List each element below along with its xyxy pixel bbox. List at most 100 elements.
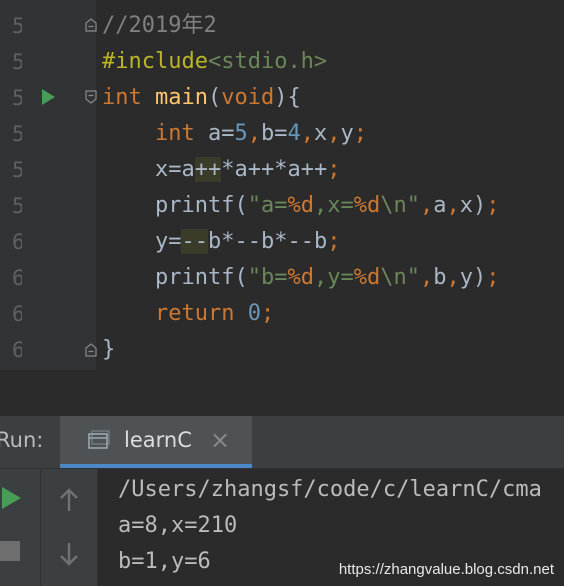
code-token: void — [221, 85, 275, 110]
code-token: %d — [287, 265, 314, 290]
code-line: //2019年2 — [102, 8, 217, 44]
code-token: } — [102, 337, 116, 362]
code-token: b — [433, 265, 447, 290]
line-number: 61 — [12, 266, 22, 290]
code-token: a — [433, 193, 447, 218]
line-number: 56 — [12, 86, 22, 110]
editor-bottom-space — [0, 370, 564, 416]
code-token: "a= — [247, 193, 288, 218]
line-number: 62 — [12, 302, 22, 326]
code-token: y) — [459, 265, 487, 290]
line-number: 57 — [12, 122, 22, 146]
code-token: int — [102, 85, 155, 110]
code-token: %d — [287, 193, 314, 218]
code-token: int — [154, 121, 208, 146]
code-line: } — [102, 332, 115, 368]
console-toolbar — [41, 469, 98, 586]
line-number: 58 — [12, 158, 22, 182]
code-token: main — [154, 85, 208, 110]
fold-marker-icon[interactable] — [84, 90, 98, 104]
code-token: 0 — [247, 301, 261, 326]
code-token: a= — [207, 121, 235, 146]
code-token: 5 — [234, 121, 248, 146]
code-token: x — [313, 121, 328, 146]
code-token: , — [419, 193, 434, 218]
code-token: printf( — [154, 265, 248, 290]
tab-active-indicator — [60, 464, 252, 468]
code-token: y= — [154, 229, 182, 254]
code-token: b= — [260, 121, 288, 146]
code-token: ; — [486, 265, 500, 290]
fold-marker-icon[interactable] — [84, 18, 98, 32]
code-token: ; — [260, 301, 275, 326]
code-token: "b= — [247, 265, 288, 290]
arrow-down-icon[interactable] — [57, 541, 81, 567]
code-line: printf("b=%d,y=%d\n",b,y); — [102, 260, 499, 296]
code-token: <stdio.h> — [207, 49, 328, 74]
code-token: , — [247, 121, 261, 146]
code-token: return — [154, 301, 248, 326]
line-number: 63 — [12, 338, 22, 362]
watermark: https://zhangvalue.blog.csdn.net — [338, 561, 554, 578]
code-token: , — [446, 193, 460, 218]
line-number: 55 — [12, 50, 22, 74]
code-token: x=a — [154, 157, 195, 182]
line-number: 59 — [12, 194, 22, 218]
code-token: ,y= — [313, 265, 354, 290]
code-line: int main(void){ — [102, 80, 301, 116]
run-header: Run: learnC × — [0, 416, 564, 469]
line-number: 60 — [12, 230, 22, 254]
code-token: *a++*a++ — [221, 157, 328, 182]
run-label: Run: — [0, 428, 44, 452]
code-token: %d — [353, 265, 381, 290]
console-line: a=8,x=210 — [118, 513, 238, 538]
code-token: -- — [181, 229, 208, 254]
console-icon — [88, 430, 110, 449]
code-token: ,x= — [313, 193, 354, 218]
code-line: int a=5,b=4,x,y; — [102, 116, 367, 152]
tab-label[interactable]: learnC — [124, 428, 192, 452]
arrow-up-icon[interactable] — [57, 487, 81, 513]
code-token: , — [419, 265, 434, 290]
code-token: \n" — [380, 193, 420, 218]
rerun-icon[interactable] — [2, 487, 21, 509]
code-token: b*--b*--b — [207, 229, 328, 254]
code-token: , — [327, 121, 341, 146]
line-number: 54 — [12, 14, 22, 38]
code-token: //2019年2 — [102, 13, 217, 38]
code-line: x=a++*a++*a++; — [102, 152, 340, 188]
code-token: ++ — [194, 157, 222, 182]
console-line: b=1,y=6 — [118, 549, 211, 574]
code-token: ; — [486, 193, 500, 218]
code-token: ){ — [274, 85, 301, 110]
code-token: \n" — [380, 265, 420, 290]
stop-icon[interactable] — [0, 541, 20, 561]
code-token: 4 — [287, 121, 301, 146]
code-token: y — [340, 121, 354, 146]
fold-marker-icon[interactable] — [84, 343, 98, 357]
editor-gutter: 54 55 56 57 58 59 60 61 62 63 — [0, 0, 96, 370]
code-token: , — [446, 265, 460, 290]
code-token: x) — [459, 193, 487, 218]
run-gutter-icon[interactable] — [42, 89, 55, 105]
code-token: ; — [353, 121, 367, 146]
code-line: y=--b*--b*--b; — [102, 224, 340, 260]
close-icon[interactable]: × — [210, 426, 230, 454]
code-token: printf( — [154, 193, 248, 218]
code-token: %d — [353, 193, 381, 218]
code-line: #include<stdio.h> — [102, 44, 327, 80]
code-line: return 0; — [102, 296, 274, 332]
code-token: #include — [102, 49, 208, 74]
run-toolbar — [0, 469, 41, 586]
code-token: , — [300, 121, 314, 146]
code-token: ( — [207, 85, 222, 110]
code-token: ; — [327, 229, 341, 254]
code-editor[interactable]: 54555657585960616263 //2019年2#include<st… — [0, 0, 564, 370]
code-line: printf("a=%d,x=%d\n",a,x); — [102, 188, 499, 224]
